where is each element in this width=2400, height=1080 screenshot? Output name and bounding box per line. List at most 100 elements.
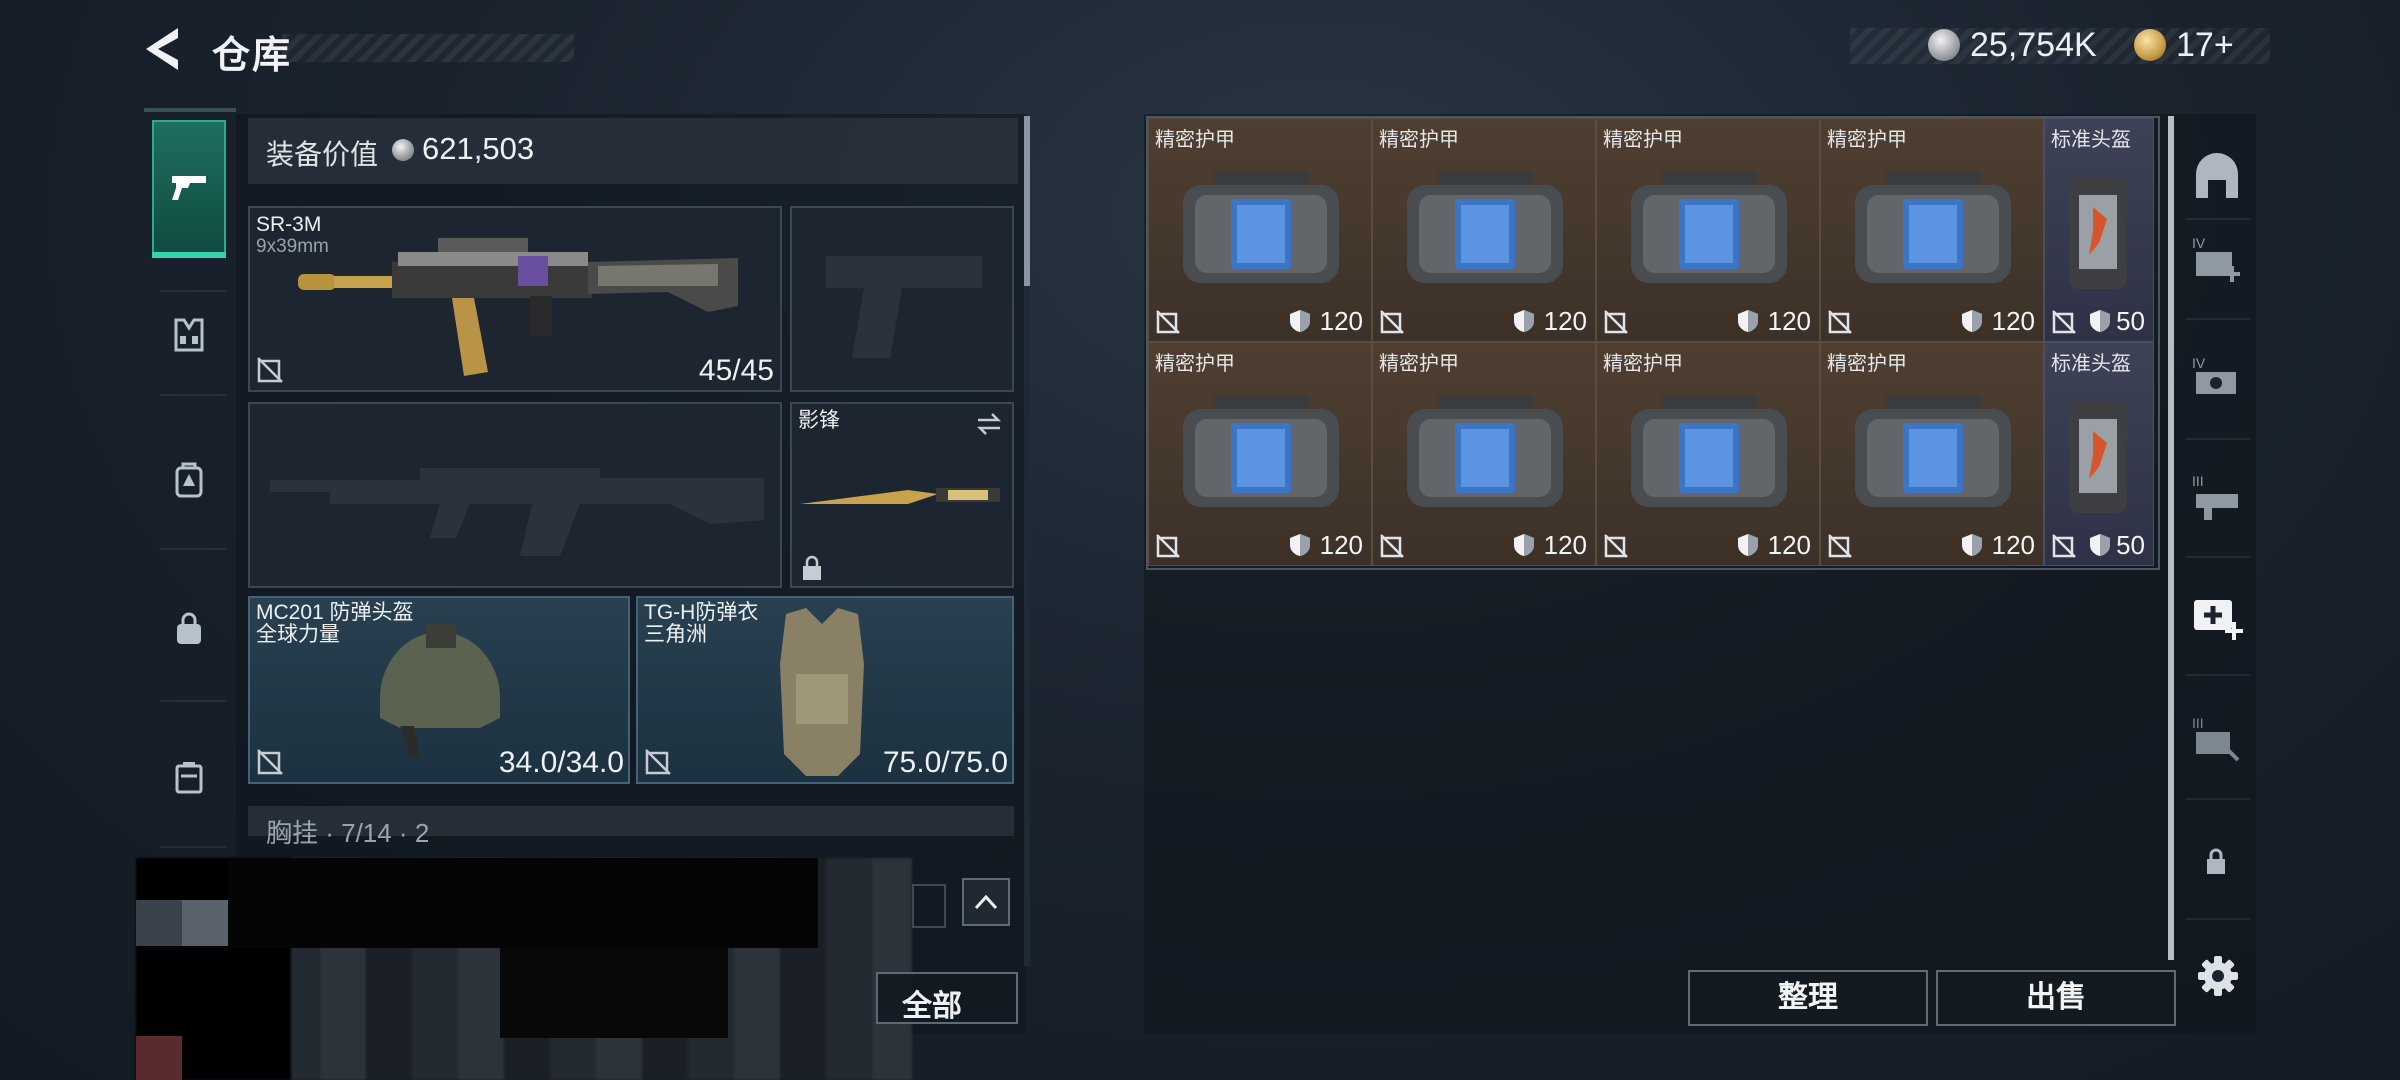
storage-item-name: 精密护甲	[1379, 129, 1459, 151]
armor-bag-image	[1631, 171, 1787, 283]
sr3m-rifle-image	[298, 238, 738, 376]
storage-item-armor[interactable]: 精密护甲 120	[1596, 118, 1820, 342]
storage-item-name: 标准头盔	[2051, 129, 2131, 151]
armor-shield-icon	[2090, 310, 2110, 332]
sell-button[interactable]: 出售	[1936, 970, 2176, 1026]
silver-coin-icon	[392, 139, 414, 161]
silver-coin-icon	[1928, 29, 1960, 61]
redacted-block	[500, 948, 728, 1038]
storage-item-protection: 120	[1319, 530, 1363, 560]
loadout-scrollbar-thumb[interactable]	[1024, 116, 1030, 286]
backpack-icon[interactable]	[168, 460, 210, 502]
sort-button[interactable]: 整理	[1688, 970, 1928, 1026]
rail-separator	[2186, 218, 2250, 220]
settings-gear-icon[interactable]	[2196, 954, 2240, 998]
armor-shield-icon	[1290, 534, 1310, 556]
knife-image	[800, 488, 1000, 504]
storage-scrollbar[interactable]	[2168, 116, 2174, 960]
silver-currency-amount[interactable]: 25,754K	[1970, 26, 2097, 65]
gold-currency-amount[interactable]: 17+	[2176, 26, 2234, 65]
storage-item-protection: 120	[1767, 530, 1811, 560]
medical-add-icon[interactable]	[2190, 588, 2244, 642]
armor-bag-image	[1855, 395, 2011, 507]
no-insurance-icon	[257, 357, 283, 383]
vest-image	[780, 608, 864, 776]
equipment-value: 621,503	[422, 131, 535, 166]
chest-rig-label: 胸挂 · 7/14 · 2	[266, 818, 430, 848]
helmet-durability: 34.0/34.0	[498, 746, 624, 779]
storage-item-armor[interactable]: 精密护甲 120	[1596, 342, 1820, 566]
weapon-ammo: 45/45	[698, 354, 774, 387]
chest-rig-icon[interactable]	[168, 314, 210, 356]
storage-item-name: 精密护甲	[1827, 129, 1907, 151]
swap-arrows-icon[interactable]	[974, 410, 1004, 438]
storage-item-name: 精密护甲	[1155, 353, 1235, 375]
secondary-weapon-slot[interactable]	[248, 402, 782, 588]
lock-icon[interactable]	[2202, 846, 2230, 876]
armor-bag-image	[1183, 395, 1339, 507]
tier-4-repair-icon[interactable]: IV	[2190, 352, 2244, 406]
collapse-button[interactable]	[962, 878, 1010, 926]
back-arrow-icon[interactable]	[140, 24, 190, 74]
storage-item-protection: 120	[1543, 530, 1587, 560]
no-insurance-icon	[2052, 534, 2076, 558]
storage-item-helmet[interactable]: 标准头盔 50	[2044, 118, 2154, 342]
sort-label: 整理	[1778, 981, 1838, 1014]
storage-grid: 精密护甲 120 精密护甲 120 精密护甲 120 精密护甲 120 标准头盔 50 精密护甲 12…	[1146, 116, 2160, 570]
armor-shield-icon	[1290, 310, 1310, 332]
melee-slot[interactable]: 影锋	[790, 402, 1014, 588]
storage-item-armor[interactable]: 精密护甲 120	[1372, 342, 1596, 566]
take-all-label: 全部	[902, 990, 962, 1023]
tier-3-crafting-icon[interactable]: III	[2190, 470, 2244, 524]
redacted-mosaic	[136, 1036, 182, 1080]
storage-item-armor[interactable]: 精密护甲 120	[1820, 118, 2044, 342]
equipment-value-label: 装备价值	[266, 139, 379, 170]
no-insurance-icon	[2052, 310, 2076, 334]
tier-4-add-icon[interactable]: IV	[2190, 232, 2244, 286]
storage-item-armor[interactable]: 精密护甲 120	[1820, 342, 2044, 566]
no-insurance-icon	[1380, 310, 1404, 334]
body-armor-slot[interactable]: TG-H防弹衣 三角洲 75.0/75.0	[636, 596, 1014, 784]
svg-text:IV: IV	[2192, 235, 2206, 251]
armor-shield-icon	[1962, 310, 1982, 332]
storage-item-name: 精密护甲	[1827, 353, 1907, 375]
no-insurance-icon	[1828, 534, 1852, 558]
no-insurance-icon	[257, 749, 283, 775]
armor-bag-image	[1855, 171, 2011, 283]
storage-item-protection: 120	[1543, 306, 1587, 336]
rail-top-line	[144, 108, 236, 112]
weapons-icon[interactable]	[168, 166, 210, 208]
storage-item-armor[interactable]: 精密护甲 120	[1148, 118, 1372, 342]
case-icon[interactable]	[168, 756, 210, 798]
primary-weapon-slot[interactable]: SR-3M 9x39mm 45/45	[248, 206, 782, 392]
storage-item-name: 精密护甲	[1379, 353, 1459, 375]
sell-label: 出售	[2026, 981, 2086, 1014]
rail-active-indicator	[152, 252, 226, 258]
tier-3-repair-icon[interactable]: III	[2190, 712, 2244, 766]
storage-item-protection: 50	[2116, 530, 2145, 560]
no-insurance-icon	[645, 749, 671, 775]
pistol-slot[interactable]	[790, 206, 1014, 392]
storage-item-helmet[interactable]: 标准头盔 50	[2044, 342, 2154, 566]
rail-separator	[2186, 318, 2250, 320]
storage-item-armor[interactable]: 精密护甲 120	[1372, 118, 1596, 342]
storage-item-armor[interactable]: 精密护甲 120	[1148, 342, 1372, 566]
armor-shield-icon	[1738, 310, 1758, 332]
bag-icon[interactable]	[168, 610, 210, 652]
dropdown-box[interactable]	[912, 884, 946, 928]
storage-item-protection: 120	[1319, 306, 1363, 336]
helmet-slot[interactable]: MC201 防弹头盔 全球力量 34.0/34.0	[248, 596, 630, 784]
redacted-block	[228, 858, 818, 948]
rail-separator	[2186, 556, 2250, 558]
lock-icon	[803, 555, 821, 580]
rail-separator	[2186, 438, 2250, 440]
armor-name: TG-H防弹衣	[644, 601, 759, 624]
rail-separator	[160, 548, 226, 550]
no-insurance-icon	[1156, 310, 1180, 334]
helmet-image	[380, 624, 500, 756]
storage-home-icon[interactable]	[2190, 150, 2244, 204]
armor-durability: 75.0/75.0	[882, 746, 1008, 779]
armor-shield-icon	[1962, 534, 1982, 556]
no-insurance-icon	[1604, 310, 1628, 334]
armor-shield-icon	[1514, 310, 1534, 332]
